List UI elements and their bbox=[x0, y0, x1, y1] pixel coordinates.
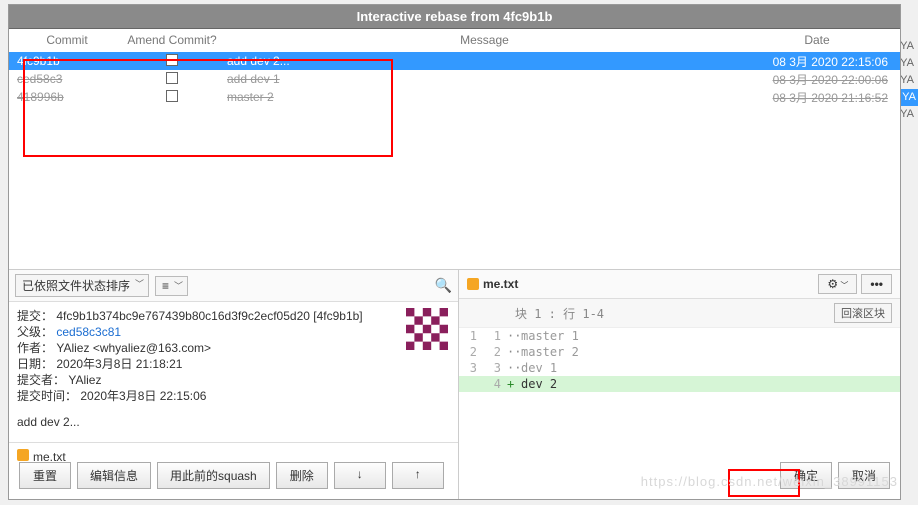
rebase-dialog: Interactive rebase from 4fc9b1b Commit A… bbox=[8, 4, 901, 500]
move-up-button[interactable]: ↑ bbox=[392, 462, 444, 489]
commit-message: master 2 bbox=[227, 90, 742, 104]
header-date: Date bbox=[742, 33, 892, 47]
viewmode-select[interactable]: ≡ bbox=[155, 276, 188, 296]
label-committer: 提交者： bbox=[17, 373, 65, 387]
diff-line: 4+dev 2 bbox=[459, 376, 900, 392]
value-commit: 4fc9b1b374bc9e767439b80c16d3f9c2ecf05d20… bbox=[56, 309, 362, 323]
cancel-button[interactable]: 取消 bbox=[838, 462, 890, 489]
sort-select[interactable]: 已依照文件状态排序 bbox=[15, 274, 149, 297]
commit-metadata: 提交： 4fc9b1b374bc9e767439b80c16d3f9c2ecf0… bbox=[9, 302, 458, 436]
commit-hash: 418996b bbox=[17, 90, 117, 104]
hunk-header: 块 1 : 行 1-4 回滚区块 bbox=[459, 299, 900, 328]
amend-checkbox[interactable] bbox=[166, 72, 178, 84]
header-commit: Commit bbox=[17, 33, 117, 47]
delete-button[interactable]: 删除 bbox=[276, 462, 328, 489]
commit-list-panel: Commit Amend Commit? Message Date 4fc9b1… bbox=[9, 29, 900, 269]
reset-button[interactable]: 重置 bbox=[19, 462, 71, 489]
diff-settings-button[interactable]: ⚙ bbox=[818, 274, 857, 294]
commit-row[interactable]: 4fc9b1b add dev 2...08 3月 2020 22:15:06 bbox=[9, 52, 900, 70]
label-parent: 父级： bbox=[17, 325, 53, 339]
background-list: YAYAYAYAYA bbox=[900, 38, 918, 123]
value-author: YAliez <whyaliez@163.com> bbox=[56, 341, 211, 355]
amend-checkbox[interactable] bbox=[166, 90, 178, 102]
commit-date: 08 3月 2020 21:16:52 bbox=[742, 89, 892, 106]
author-avatar bbox=[406, 308, 448, 350]
diff-file-header: me.txt ⚙ ••• bbox=[459, 270, 900, 299]
diff-line: 33··dev 1 bbox=[459, 360, 900, 376]
revert-hunk-button[interactable]: 回滚区块 bbox=[834, 303, 892, 323]
dialog-button-bar: 重置 编辑信息 用此前的squash 删除 ↓ ↑ 确定 取消 bbox=[9, 458, 900, 493]
commit-hash: ced58c3 bbox=[17, 72, 117, 86]
hunk-label: 块 1 : 行 1-4 bbox=[515, 305, 604, 322]
commit-date: 08 3月 2020 22:15:06 bbox=[742, 53, 892, 70]
diff-line: 22··master 2 bbox=[459, 344, 900, 360]
header-message: Message bbox=[227, 33, 742, 47]
commit-row[interactable]: 418996b master 208 3月 2020 21:16:52 bbox=[9, 88, 900, 106]
diff-line: 11··master 1 bbox=[459, 328, 900, 344]
commit-row[interactable]: ced58c3 add dev 108 3月 2020 22:00:06 bbox=[9, 70, 900, 88]
detail-toolbar: 已依照文件状态排序 ≡ 🔍 bbox=[9, 270, 458, 302]
ok-button[interactable]: 确定 bbox=[780, 462, 832, 489]
move-down-button[interactable]: ↓ bbox=[334, 462, 386, 489]
value-committer: YAliez bbox=[68, 373, 101, 387]
dialog-title: Interactive rebase from 4fc9b1b bbox=[9, 5, 900, 29]
commit-hash: 4fc9b1b bbox=[17, 54, 117, 68]
label-date: 日期： bbox=[17, 357, 53, 371]
commit-message: add dev 1 bbox=[227, 72, 742, 86]
commit-date: 08 3月 2020 22:00:06 bbox=[742, 71, 892, 88]
diff-body: 11··master 122··master 233··dev 14+dev 2 bbox=[459, 328, 900, 392]
header-amend: Amend Commit? bbox=[117, 33, 227, 47]
label-author: 作者： bbox=[17, 341, 53, 355]
value-parent[interactable]: ced58c3c81 bbox=[56, 325, 121, 339]
search-icon[interactable]: 🔍 bbox=[435, 277, 452, 294]
value-date: 2020年3月8日 21:18:21 bbox=[56, 357, 182, 371]
squash-button[interactable]: 用此前的squash bbox=[157, 462, 270, 489]
commit-list-header: Commit Amend Commit? Message Date bbox=[9, 29, 900, 52]
edit-message-button[interactable]: 编辑信息 bbox=[77, 462, 151, 489]
diff-file-name: me.txt bbox=[483, 277, 518, 291]
commit-summary: add dev 2... bbox=[17, 414, 450, 430]
diff-more-button[interactable]: ••• bbox=[861, 274, 892, 294]
amend-checkbox[interactable] bbox=[166, 54, 178, 66]
commit-message: add dev 2... bbox=[227, 54, 742, 68]
value-commit-time: 2020年3月8日 22:15:06 bbox=[80, 389, 206, 403]
label-commit: 提交： bbox=[17, 309, 53, 323]
file-modified-icon bbox=[467, 278, 479, 290]
label-commit-time: 提交时间： bbox=[17, 389, 77, 403]
